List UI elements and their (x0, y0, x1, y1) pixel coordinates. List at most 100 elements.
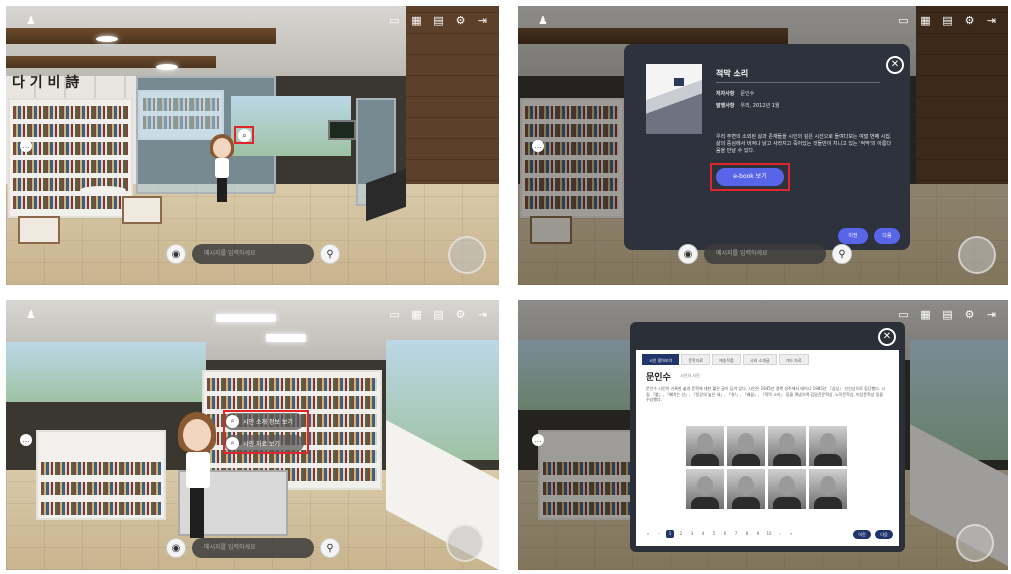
chair (122, 196, 162, 224)
poet-photo[interactable] (809, 469, 847, 509)
screenshot-panel-poet-detail: ▭ ▦ ▤ ⚙ ⇥ … ✕ 시인 알아보기 문학자료 애송작품 시와 소개글 기… (518, 300, 1008, 570)
page-number[interactable]: 7 (732, 530, 740, 538)
document-icon[interactable]: ▤ (432, 14, 445, 27)
poet-photo[interactable] (686, 469, 724, 509)
bookshelf-low (36, 430, 166, 520)
author-label: 저자사항 (716, 91, 735, 97)
tab-poet-overview[interactable]: 시인 알아보기 (642, 354, 680, 365)
prev-button[interactable]: 이전 (853, 530, 871, 539)
poet-photo[interactable] (768, 426, 806, 466)
book-cover-image (646, 64, 702, 134)
bottom-bar: ◉ 메시지를 입력하세요 ⚲ (678, 244, 852, 264)
page-next[interactable]: › (776, 530, 784, 538)
poet-photo-grid (686, 426, 847, 509)
document-icon[interactable]: ▤ (941, 308, 954, 321)
bottom-bar: ◉ 메시지를 입력하세요 ⚲ (166, 244, 340, 264)
book-description: 우리 주변의 소외된 삶과 존재들을 시인의 깊은 시선으로 들여다보는 여덟 … (716, 134, 892, 154)
tab-bar: 시인 알아보기 문학자료 애송작품 시와 소개글 기타 자료 (642, 354, 809, 365)
bookmark-icon[interactable]: ▭ (897, 308, 910, 321)
poet-photo[interactable] (727, 469, 765, 509)
page-number[interactable]: 10 (765, 530, 773, 538)
walk-icon[interactable]: ⚲ (320, 538, 340, 558)
calendar-icon[interactable]: ▦ (410, 14, 423, 27)
bookmark-icon[interactable]: ▭ (897, 14, 910, 27)
page-number[interactable]: 3 (688, 530, 696, 538)
joystick[interactable] (446, 524, 484, 562)
chair (18, 216, 60, 244)
search-icon[interactable]: ⌕ (238, 129, 251, 142)
joystick[interactable] (958, 236, 996, 274)
gear-icon[interactable]: ⚙ (454, 308, 467, 321)
home-icon[interactable]: ♟ (26, 14, 39, 27)
chat-bubble-icon[interactable]: … (20, 140, 32, 152)
bookmark-icon[interactable]: ▭ (388, 308, 401, 321)
chat-bubble-icon[interactable]: … (532, 140, 544, 152)
document-icon[interactable]: ▤ (941, 14, 954, 27)
joystick[interactable] (956, 524, 994, 562)
chat-bubble-icon[interactable]: … (532, 434, 544, 446)
walk-icon[interactable]: ⚲ (320, 244, 340, 264)
top-toolbar: ▭ ▦ ▤ ⚙ ⇥ (388, 308, 489, 321)
page-number[interactable]: 2 (677, 530, 685, 538)
tab-favorite-works[interactable]: 애송작품 (712, 354, 741, 365)
chat-input[interactable]: 메시지를 입력하세요 (704, 244, 826, 264)
poet-photo[interactable] (809, 426, 847, 466)
page-number[interactable]: 9 (754, 530, 762, 538)
page-number[interactable]: 8 (743, 530, 751, 538)
book-title: 적막 소리 (716, 69, 749, 78)
page-number[interactable]: 5 (710, 530, 718, 538)
poet-subtitle: 시인의 사진 (680, 373, 700, 378)
page-number[interactable]: 4 (699, 530, 707, 538)
tab-poem-intro[interactable]: 시와 소개글 (742, 354, 777, 365)
chat-input[interactable]: 메시지를 입력하세요 (192, 538, 314, 558)
close-icon[interactable]: ✕ (878, 328, 896, 346)
author-value: 문인수 (740, 91, 755, 97)
exit-icon[interactable]: ⇥ (985, 308, 998, 321)
calendar-icon[interactable]: ▦ (919, 308, 932, 321)
page-last[interactable]: » (787, 530, 795, 538)
poet-photo[interactable] (727, 426, 765, 466)
gear-icon[interactable]: ⚙ (963, 14, 976, 27)
home-icon[interactable]: ♟ (538, 14, 551, 27)
camera-icon[interactable]: ◉ (166, 244, 186, 264)
gear-icon[interactable]: ⚙ (963, 308, 976, 321)
chat-input[interactable]: 메시지를 입력하세요 (192, 244, 314, 264)
exit-icon[interactable]: ⇥ (476, 308, 489, 321)
ceiling-beam (6, 56, 216, 68)
page-first[interactable]: « (644, 530, 652, 538)
next-button[interactable]: 다음 (875, 530, 893, 539)
exit-icon[interactable]: ⇥ (985, 14, 998, 27)
page-number[interactable]: 6 (721, 530, 729, 538)
gear-icon[interactable]: ⚙ (454, 14, 467, 27)
calendar-icon[interactable]: ▦ (919, 14, 932, 27)
next-button[interactable]: 다음 (874, 228, 900, 244)
page-prev[interactable]: ‹ (655, 530, 663, 538)
wall-signage: 다 기 비 詩 (12, 75, 80, 91)
tab-literary-materials[interactable]: 문학자료 (681, 354, 711, 365)
page-number[interactable]: 1 (666, 530, 674, 538)
joystick[interactable] (448, 236, 486, 274)
poet-photo[interactable] (686, 426, 724, 466)
calendar-icon[interactable]: ▦ (410, 308, 423, 321)
walk-icon[interactable]: ⚲ (832, 244, 852, 264)
publisher-row: 발행사항 우리, 2012년 1월 (716, 102, 779, 109)
close-icon[interactable]: ✕ (886, 56, 904, 74)
ceiling-beam (6, 28, 276, 44)
ebook-view-button[interactable]: e-book 보기 (716, 168, 784, 186)
pagination: « ‹ 1 2 3 4 5 6 7 8 9 10 › » (644, 530, 795, 538)
exit-icon[interactable]: ⇥ (476, 14, 489, 27)
top-toolbar: ▭ ▦ ▤ ⚙ ⇥ (897, 308, 998, 321)
ceiling-light (96, 36, 118, 42)
camera-icon[interactable]: ◉ (678, 244, 698, 264)
bookmark-icon[interactable]: ▭ (388, 14, 401, 27)
publisher-value: 우리, 2012년 1월 (740, 103, 780, 109)
document-icon[interactable]: ▤ (432, 308, 445, 321)
poet-bio: 문인수 시인이 기록한 삶과 문학에 대한 짧은 글이 담겨 있다. 시인은 1… (646, 386, 886, 402)
ceiling-light (156, 64, 178, 70)
tab-other-materials[interactable]: 기타 자료 (778, 354, 809, 365)
poet-photo[interactable] (768, 469, 806, 509)
chat-bubble-icon[interactable]: … (20, 434, 32, 446)
home-icon[interactable]: ♟ (26, 308, 39, 321)
prev-button[interactable]: 이전 (838, 228, 868, 244)
camera-icon[interactable]: ◉ (166, 538, 186, 558)
